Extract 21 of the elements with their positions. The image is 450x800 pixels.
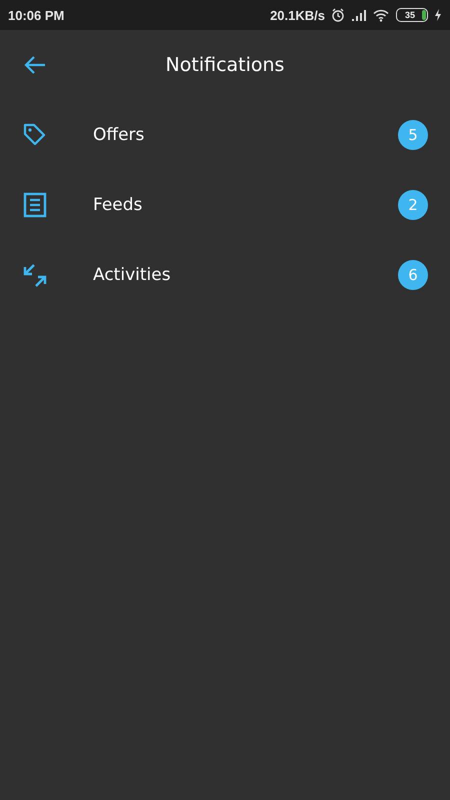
network-speed: 20.1KB/s (270, 8, 325, 22)
count-badge: 6 (398, 260, 428, 290)
clock-time: 10:06 PM (8, 8, 64, 22)
category-label: Activities (93, 265, 172, 285)
charging-icon (434, 9, 442, 21)
tag-icon (22, 122, 48, 148)
notification-category[interactable]: Activities 6 (0, 240, 450, 310)
battery-indicator: 35 (396, 8, 428, 22)
wifi-icon (373, 8, 390, 22)
list-icon (22, 192, 48, 218)
count-badge: 5 (398, 120, 428, 150)
arrows-icon (22, 262, 48, 288)
category-label: Offers (93, 125, 146, 145)
page-title: Notifications (166, 54, 284, 76)
notification-category[interactable]: Feeds 2 (0, 170, 450, 240)
alarm-icon (331, 8, 345, 22)
back-arrow-icon (24, 56, 46, 74)
category-label: Feeds (93, 195, 144, 215)
count-badge: 2 (398, 190, 428, 220)
signal-icon (351, 9, 367, 21)
notification-category[interactable]: Offers 5 (0, 100, 450, 170)
